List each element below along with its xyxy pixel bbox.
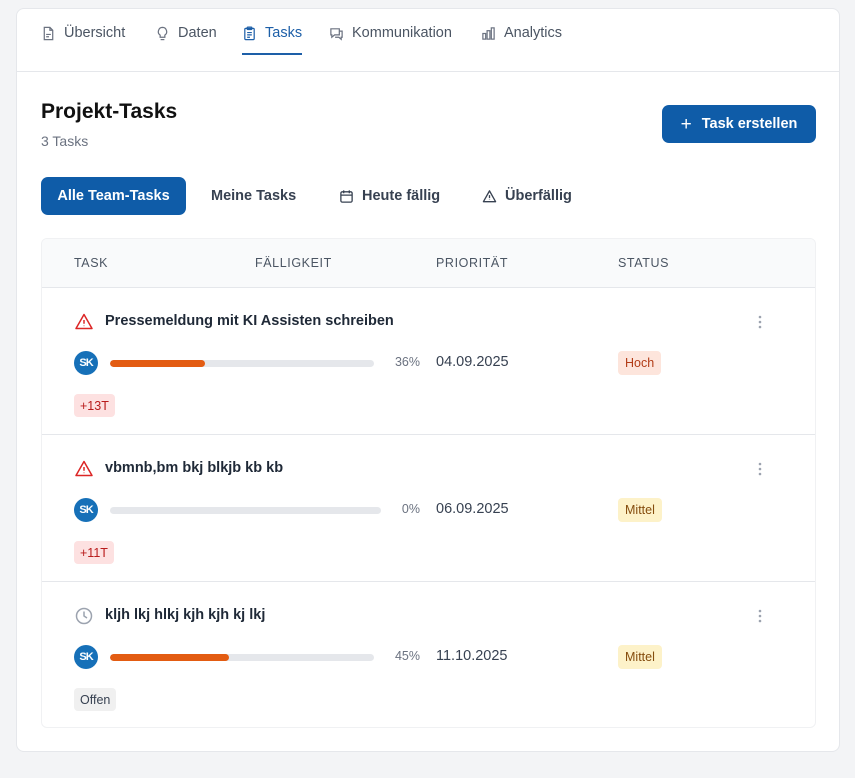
task-title[interactable]: kljh lkj hlkj kjh kjh kj lkj — [105, 607, 265, 623]
tab-label: Analytics — [504, 25, 563, 41]
due-date: 04.09.2025 — [436, 354, 509, 370]
create-task-button[interactable]: + Task erstellen — [662, 105, 816, 143]
filter-label: Heute fällig — [362, 188, 441, 204]
progress-fill — [110, 654, 229, 661]
create-task-label: Task erstellen — [701, 116, 798, 132]
task-table: TASK FÄLLIGKEIT PRIORITÄT STATUS Pressem… — [41, 238, 816, 728]
calendar-icon — [340, 189, 353, 203]
more-options-icon[interactable] — [752, 459, 768, 479]
avatar: SK — [74, 645, 98, 669]
tab-kommunikation[interactable]: Kommunikation — [329, 9, 452, 57]
warning-icon — [75, 313, 93, 330]
overdue-badge: +11T — [74, 541, 114, 564]
task-count: 3 Tasks — [41, 133, 89, 149]
progress-fill — [110, 360, 206, 367]
status-badge: Offen — [74, 688, 117, 711]
filter-label: Überfällig — [505, 188, 572, 204]
task-title[interactable]: Pressemeldung mit KI Assisten schreiben — [105, 313, 394, 329]
tab-label: Übersicht — [64, 25, 126, 41]
tab-tasks[interactable]: Tasks — [242, 9, 303, 57]
tab-daten[interactable]: Daten — [155, 9, 217, 57]
tasks-card: Übersicht Daten Tasks Kommunikation Anal… — [16, 8, 840, 752]
progress-bar — [110, 507, 381, 514]
filter-label: Meine Tasks — [211, 188, 297, 204]
avatar: SK — [74, 498, 98, 522]
progress-percent: 45% — [394, 649, 420, 663]
progress-percent: 36% — [394, 355, 420, 369]
table-header: TASK FÄLLIGKEIT PRIORITÄT STATUS — [42, 239, 815, 288]
document-icon — [43, 26, 54, 40]
tab-analytics[interactable]: Analytics — [481, 9, 562, 57]
tab-bar: Übersicht Daten Tasks Kommunikation Anal… — [17, 9, 839, 72]
overdue-badge: +13T — [74, 394, 115, 417]
more-options-icon[interactable] — [752, 606, 768, 626]
priority-badge: Mittel — [618, 498, 662, 522]
clipboard-icon — [244, 26, 255, 40]
column-header-due[interactable]: FÄLLIGKEIT — [255, 256, 332, 270]
due-date: 11.10.2025 — [436, 648, 508, 664]
progress-bar — [110, 360, 374, 367]
chat-icon — [330, 27, 343, 41]
task-title[interactable]: vbmnb,bm bkj blkjb kb kb — [105, 460, 283, 476]
progress-percent: 0% — [401, 502, 420, 516]
avatar: SK — [74, 351, 98, 375]
filter-due-today[interactable]: Heute fällig — [323, 177, 456, 215]
filter-all-team-tasks[interactable]: Alle Team-Tasks — [41, 177, 186, 215]
priority-badge: Mittel — [618, 645, 662, 669]
warning-icon — [482, 189, 497, 202]
clock-icon — [75, 607, 93, 625]
tab-uebersicht[interactable]: Übersicht — [41, 9, 125, 57]
column-header-status[interactable]: STATUS — [618, 256, 669, 270]
bar-chart-icon — [482, 26, 495, 40]
page-title: Projekt-Tasks — [41, 100, 178, 123]
tab-label: Daten — [178, 25, 217, 41]
more-options-icon[interactable] — [752, 312, 768, 332]
table-row[interactable]: kljh lkj hlkj kjh kjh kj lkj SK 45% 11.1… — [42, 582, 815, 727]
tab-label: Kommunikation — [352, 25, 452, 41]
column-header-task[interactable]: TASK — [74, 256, 108, 270]
priority-badge: Hoch — [618, 351, 662, 375]
table-row[interactable]: Pressemeldung mit KI Assisten schreiben … — [42, 288, 815, 435]
filter-overdue[interactable]: Überfällig — [466, 177, 588, 215]
tab-label: Tasks — [265, 25, 303, 41]
due-date: 06.09.2025 — [436, 501, 509, 517]
table-row[interactable]: vbmnb,bm bkj blkjb kb kb SK 0% 06.09.202… — [42, 435, 815, 582]
column-header-priority[interactable]: PRIORITÄT — [436, 256, 508, 270]
warning-icon — [75, 460, 93, 477]
progress-bar — [110, 654, 374, 661]
filter-label: Alle Team-Tasks — [57, 188, 170, 204]
filter-my-tasks[interactable]: Meine Tasks — [195, 177, 312, 215]
plus-icon: + — [680, 113, 692, 135]
lightbulb-icon — [157, 26, 168, 40]
